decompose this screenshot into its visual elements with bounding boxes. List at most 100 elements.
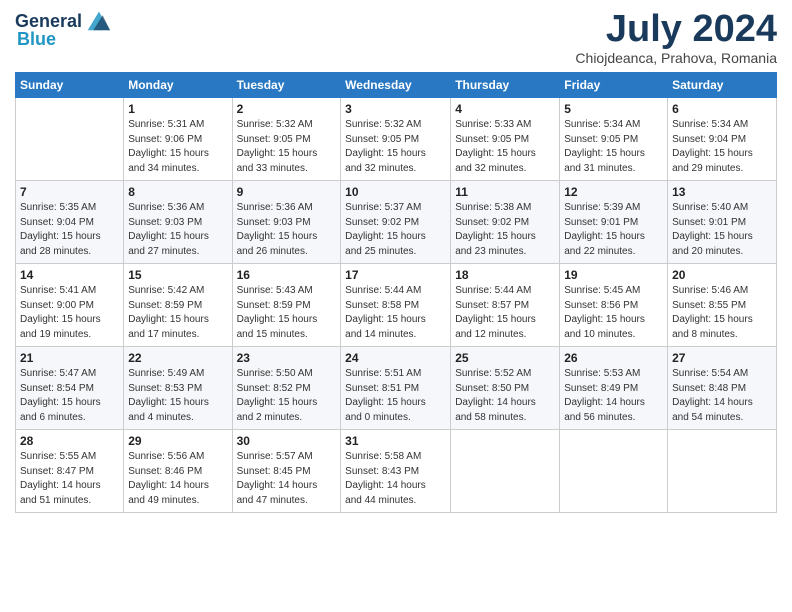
day-number: 6	[672, 102, 772, 116]
header-cell-friday: Friday	[560, 73, 668, 98]
day-number: 5	[564, 102, 663, 116]
header-cell-thursday: Thursday	[451, 73, 560, 98]
day-info: Sunrise: 5:44 AM Sunset: 8:57 PM Dayligh…	[455, 284, 555, 342]
day-info: Sunrise: 5:51 AM Sunset: 8:51 PM Dayligh…	[345, 367, 446, 425]
calendar-cell: 14 Sunrise: 5:41 AM Sunset: 9:00 PM Dayli…	[16, 264, 124, 347]
day-number: 15	[128, 268, 227, 282]
day-info: Sunrise: 5:34 AM Sunset: 9:05 PM Dayligh…	[564, 118, 663, 176]
day-info: Sunrise: 5:32 AM Sunset: 9:05 PM Dayligh…	[237, 118, 337, 176]
calendar-cell: 6 Sunrise: 5:34 AM Sunset: 9:04 PM Daylig…	[668, 98, 777, 181]
calendar-cell: 30 Sunrise: 5:57 AM Sunset: 8:45 PM Dayli…	[232, 430, 341, 513]
header-row: SundayMondayTuesdayWednesdayThursdayFrid…	[16, 73, 777, 98]
day-number: 19	[564, 268, 663, 282]
calendar-cell: 13 Sunrise: 5:40 AM Sunset: 9:01 PM Dayli…	[668, 181, 777, 264]
calendar-cell: 5 Sunrise: 5:34 AM Sunset: 9:05 PM Daylig…	[560, 98, 668, 181]
day-info: Sunrise: 5:36 AM Sunset: 9:03 PM Dayligh…	[237, 201, 337, 259]
day-info: Sunrise: 5:40 AM Sunset: 9:01 PM Dayligh…	[672, 201, 772, 259]
day-info: Sunrise: 5:43 AM Sunset: 8:59 PM Dayligh…	[237, 284, 337, 342]
calendar-cell: 31 Sunrise: 5:58 AM Sunset: 8:43 PM Dayli…	[341, 430, 451, 513]
calendar-table: SundayMondayTuesdayWednesdayThursdayFrid…	[15, 72, 777, 513]
day-number: 28	[20, 434, 119, 448]
day-info: Sunrise: 5:47 AM Sunset: 8:54 PM Dayligh…	[20, 367, 119, 425]
day-number: 31	[345, 434, 446, 448]
calendar-cell: 18 Sunrise: 5:44 AM Sunset: 8:57 PM Dayli…	[451, 264, 560, 347]
calendar-cell: 12 Sunrise: 5:39 AM Sunset: 9:01 PM Dayli…	[560, 181, 668, 264]
day-info: Sunrise: 5:55 AM Sunset: 8:47 PM Dayligh…	[20, 450, 119, 508]
calendar-cell	[16, 98, 124, 181]
calendar-cell: 9 Sunrise: 5:36 AM Sunset: 9:03 PM Daylig…	[232, 181, 341, 264]
logo-icon	[84, 6, 112, 34]
day-info: Sunrise: 5:45 AM Sunset: 8:56 PM Dayligh…	[564, 284, 663, 342]
header: General Blue July 2024 Chiojdeanca, Prah…	[15, 10, 777, 66]
day-number: 2	[237, 102, 337, 116]
week-row-4: 21 Sunrise: 5:47 AM Sunset: 8:54 PM Dayli…	[16, 347, 777, 430]
calendar-cell: 19 Sunrise: 5:45 AM Sunset: 8:56 PM Dayli…	[560, 264, 668, 347]
calendar-cell: 15Sunrise: 5:42 AM Sunset: 8:59 PM Dayli…	[124, 264, 232, 347]
calendar-cell: 3 Sunrise: 5:32 AM Sunset: 9:05 PM Daylig…	[341, 98, 451, 181]
week-row-5: 28 Sunrise: 5:55 AM Sunset: 8:47 PM Dayli…	[16, 430, 777, 513]
day-number: 9	[237, 185, 337, 199]
week-row-1: 1Sunrise: 5:31 AM Sunset: 9:06 PM Daylig…	[16, 98, 777, 181]
day-info: Sunrise: 5:32 AM Sunset: 9:05 PM Dayligh…	[345, 118, 446, 176]
day-number: 13	[672, 185, 772, 199]
day-number: 18	[455, 268, 555, 282]
calendar-cell	[560, 430, 668, 513]
calendar-cell: 22 Sunrise: 5:49 AM Sunset: 8:53 PM Dayli…	[124, 347, 232, 430]
calendar-cell: 24Sunrise: 5:51 AM Sunset: 8:51 PM Dayli…	[341, 347, 451, 430]
header-cell-monday: Monday	[124, 73, 232, 98]
calendar-cell: 29Sunrise: 5:56 AM Sunset: 8:46 PM Dayli…	[124, 430, 232, 513]
day-number: 26	[564, 351, 663, 365]
day-number: 11	[455, 185, 555, 199]
day-number: 25	[455, 351, 555, 365]
page: General Blue July 2024 Chiojdeanca, Prah…	[0, 0, 792, 528]
day-info: Sunrise: 5:35 AM Sunset: 9:04 PM Dayligh…	[20, 201, 119, 259]
day-info: Sunrise: 5:54 AM Sunset: 8:48 PM Dayligh…	[672, 367, 772, 425]
calendar-cell: 25Sunrise: 5:52 AM Sunset: 8:50 PM Dayli…	[451, 347, 560, 430]
day-info: Sunrise: 5:39 AM Sunset: 9:01 PM Dayligh…	[564, 201, 663, 259]
day-info: Sunrise: 5:34 AM Sunset: 9:04 PM Dayligh…	[672, 118, 772, 176]
day-number: 4	[455, 102, 555, 116]
day-info: Sunrise: 5:33 AM Sunset: 9:05 PM Dayligh…	[455, 118, 555, 176]
day-info: Sunrise: 5:53 AM Sunset: 8:49 PM Dayligh…	[564, 367, 663, 425]
day-number: 21	[20, 351, 119, 365]
calendar-cell	[668, 430, 777, 513]
day-number: 10	[345, 185, 446, 199]
day-info: Sunrise: 5:58 AM Sunset: 8:43 PM Dayligh…	[345, 450, 446, 508]
day-number: 12	[564, 185, 663, 199]
day-number: 30	[237, 434, 337, 448]
day-info: Sunrise: 5:44 AM Sunset: 8:58 PM Dayligh…	[345, 284, 446, 342]
day-number: 3	[345, 102, 446, 116]
logo: General Blue	[15, 10, 112, 50]
calendar-cell: 1Sunrise: 5:31 AM Sunset: 9:06 PM Daylig…	[124, 98, 232, 181]
day-number: 23	[237, 351, 337, 365]
calendar-cell: 28 Sunrise: 5:55 AM Sunset: 8:47 PM Dayli…	[16, 430, 124, 513]
day-number: 22	[128, 351, 227, 365]
calendar-cell	[451, 430, 560, 513]
calendar-cell: 20Sunrise: 5:46 AM Sunset: 8:55 PM Dayli…	[668, 264, 777, 347]
day-info: Sunrise: 5:37 AM Sunset: 9:02 PM Dayligh…	[345, 201, 446, 259]
calendar-cell: 8Sunrise: 5:36 AM Sunset: 9:03 PM Daylig…	[124, 181, 232, 264]
calendar-cell: 2 Sunrise: 5:32 AM Sunset: 9:05 PM Daylig…	[232, 98, 341, 181]
day-number: 16	[237, 268, 337, 282]
day-number: 14	[20, 268, 119, 282]
week-row-2: 7Sunrise: 5:35 AM Sunset: 9:04 PM Daylig…	[16, 181, 777, 264]
day-info: Sunrise: 5:31 AM Sunset: 9:06 PM Dayligh…	[128, 118, 227, 176]
day-info: Sunrise: 5:56 AM Sunset: 8:46 PM Dayligh…	[128, 450, 227, 508]
title-block: July 2024 Chiojdeanca, Prahova, Romania	[575, 10, 777, 66]
week-row-3: 14 Sunrise: 5:41 AM Sunset: 9:00 PM Dayli…	[16, 264, 777, 347]
day-info: Sunrise: 5:46 AM Sunset: 8:55 PM Dayligh…	[672, 284, 772, 342]
calendar-cell: 17Sunrise: 5:44 AM Sunset: 8:58 PM Dayli…	[341, 264, 451, 347]
header-cell-saturday: Saturday	[668, 73, 777, 98]
day-info: Sunrise: 5:49 AM Sunset: 8:53 PM Dayligh…	[128, 367, 227, 425]
location: Chiojdeanca, Prahova, Romania	[575, 50, 777, 66]
logo-blue-text: Blue	[17, 30, 56, 50]
calendar-cell: 23Sunrise: 5:50 AM Sunset: 8:52 PM Dayli…	[232, 347, 341, 430]
header-cell-sunday: Sunday	[16, 73, 124, 98]
day-info: Sunrise: 5:38 AM Sunset: 9:02 PM Dayligh…	[455, 201, 555, 259]
calendar-cell: 21 Sunrise: 5:47 AM Sunset: 8:54 PM Dayli…	[16, 347, 124, 430]
day-info: Sunrise: 5:57 AM Sunset: 8:45 PM Dayligh…	[237, 450, 337, 508]
calendar-cell: 4 Sunrise: 5:33 AM Sunset: 9:05 PM Daylig…	[451, 98, 560, 181]
day-number: 27	[672, 351, 772, 365]
day-info: Sunrise: 5:41 AM Sunset: 9:00 PM Dayligh…	[20, 284, 119, 342]
month-title: July 2024	[575, 10, 777, 48]
